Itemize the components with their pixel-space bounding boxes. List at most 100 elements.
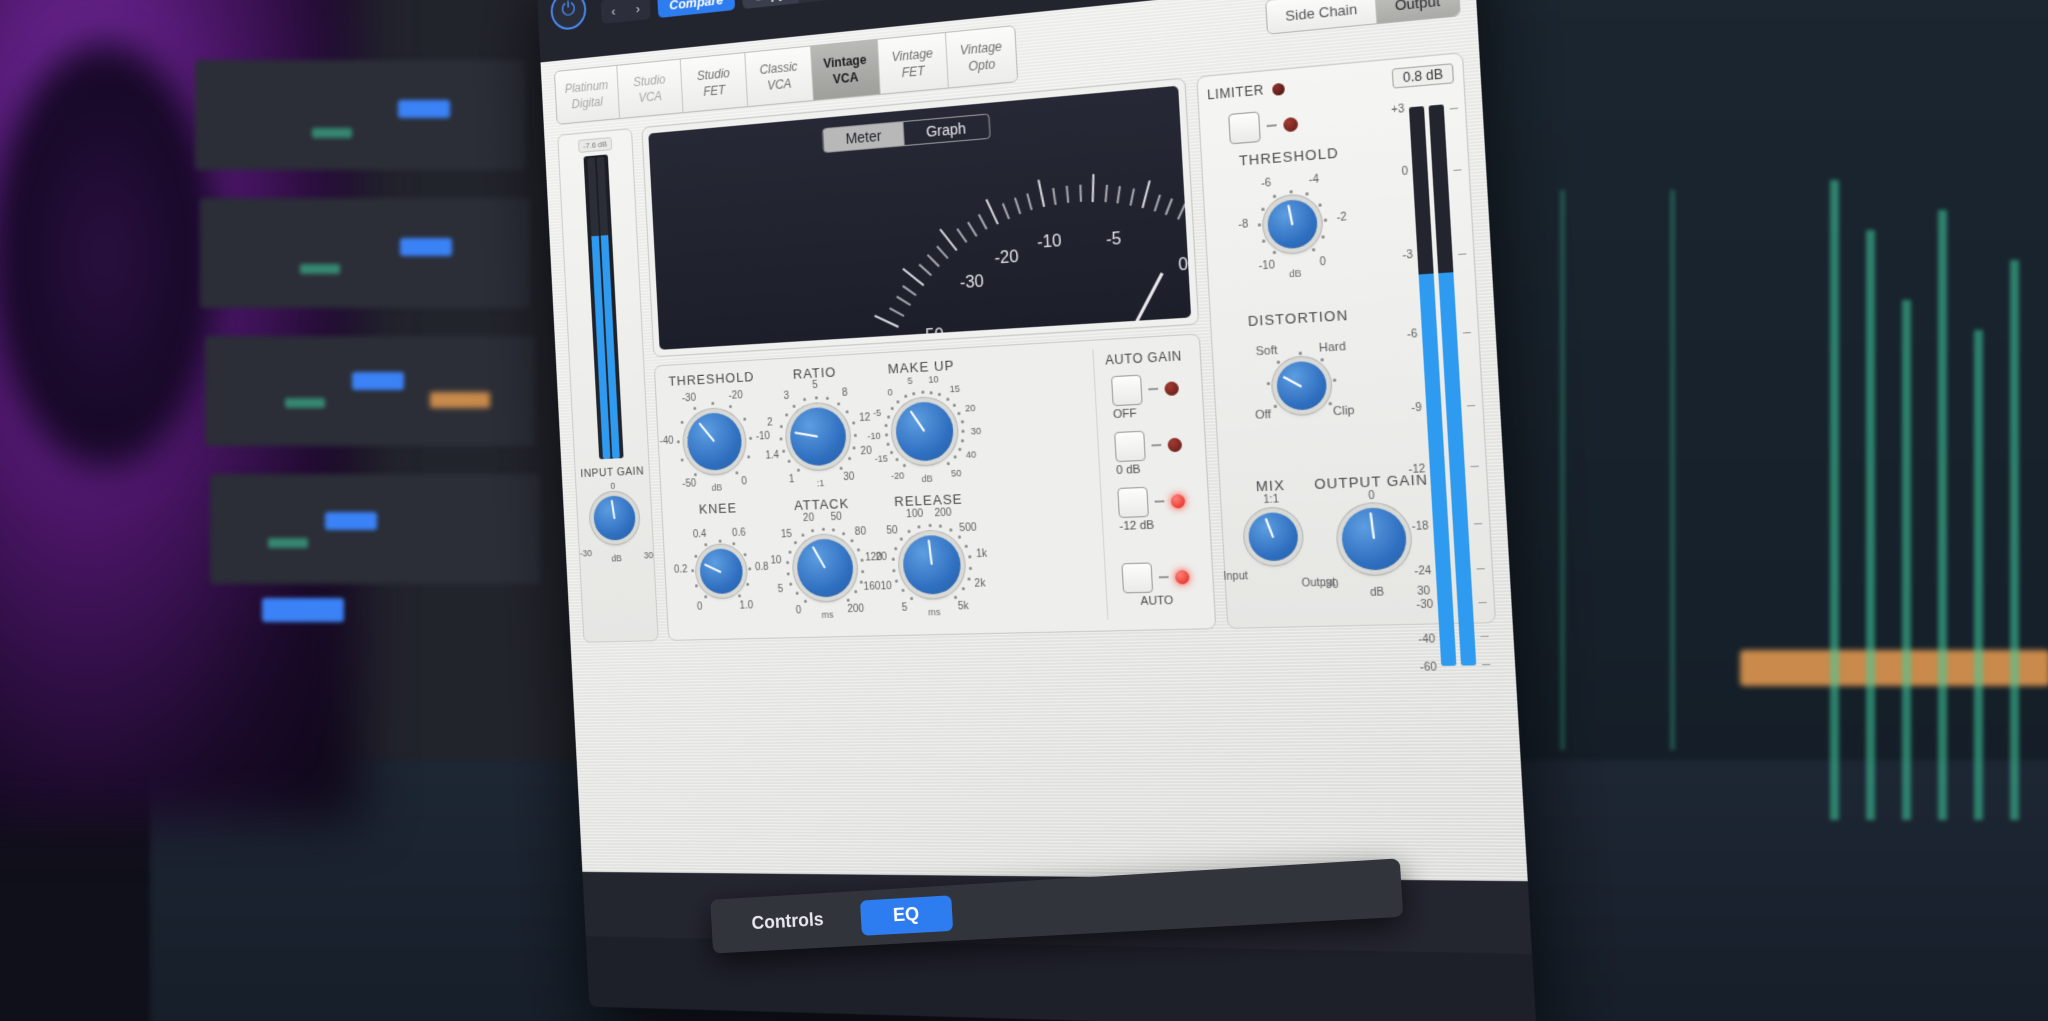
output-meter-tick [1476, 568, 1484, 569]
input-gain-knob-body[interactable] [593, 495, 637, 541]
limiter-threshold-knob-body[interactable] [1266, 198, 1318, 250]
knee-knob[interactable]: 00.20.40.60.81.0 [669, 516, 775, 625]
output-meter-scale-label: -12 [1408, 464, 1425, 477]
tab-meter[interactable]: Meter [823, 122, 904, 152]
auto-gain-option-label: OFF [1113, 405, 1181, 421]
power-icon[interactable]: ⏻ [550, 0, 587, 31]
knob-tick [908, 530, 911, 533]
knob-tick [962, 587, 965, 590]
background-gridline [1560, 190, 1565, 750]
tab-side-chain[interactable]: Side Chain [1267, 0, 1378, 34]
auto-gain-led [1167, 437, 1182, 452]
knob-tick [947, 462, 950, 465]
auto-release-button[interactable] [1121, 562, 1153, 593]
output-meter-tick [1467, 404, 1475, 406]
paste-button[interactable]: Paste [797, 0, 857, 3]
knob-scale-label: -2 [1336, 212, 1347, 225]
knob-tick [969, 567, 972, 570]
knob-tick [786, 572, 789, 575]
knob-tick [747, 582, 750, 585]
tab-output[interactable]: Output [1376, 0, 1460, 23]
knob-tick [954, 595, 957, 598]
tab-graph[interactable]: Graph [903, 115, 989, 146]
knob-tick [885, 424, 888, 427]
prev-preset-button[interactable]: ‹ [601, 0, 627, 24]
output-gain-knob[interactable]: 0 -30 dB 30 [1324, 491, 1425, 587]
knee-knob-body[interactable] [699, 548, 744, 594]
knob-tick [854, 590, 857, 593]
knob-tick [910, 596, 913, 599]
next-preset-button[interactable]: › [625, 0, 651, 21]
distortion-pointer [1282, 376, 1302, 388]
auto-gain-button[interactable] [1117, 487, 1149, 518]
makeup-knob-body[interactable] [894, 401, 954, 462]
knob-scale-label: 10 [928, 374, 939, 385]
knob-tick [895, 580, 898, 583]
model-tab-studio-fet[interactable]: StudioFET [681, 53, 748, 112]
knob-scale-label: 5 [907, 376, 913, 387]
model-tab-platinum-digital[interactable]: PlatinumDigital [555, 66, 620, 124]
ratio-knob[interactable]: :1 11.42358122030 [764, 380, 873, 493]
knob-tick [694, 554, 697, 557]
knob-tick [1276, 361, 1280, 364]
background-badge [352, 372, 404, 390]
threshold-knob[interactable]: dB -50-40-30-20-100 [662, 386, 768, 497]
attack-knob[interactable]: ms 051015205080120160200 [771, 512, 880, 623]
auto-gain-button[interactable] [1111, 375, 1143, 407]
background-track-row [195, 60, 525, 170]
limiter-led [1272, 82, 1285, 95]
knob-scale-label: 50 [886, 525, 898, 537]
auto-release-row [1121, 561, 1190, 593]
knob-tick [789, 551, 792, 554]
model-tab-vintage-opto[interactable]: VintageOpto [946, 26, 1017, 87]
distortion-knob[interactable]: OffSoftHardClip [1240, 325, 1363, 445]
gain-reduction-meter[interactable]: Meter Graph -50-30-20-10-50 [648, 86, 1191, 350]
output-gain-min-label: -30 [1322, 579, 1339, 592]
connector-line [1148, 388, 1158, 391]
knob-tick [857, 548, 860, 551]
auto-gain-button[interactable] [1114, 431, 1146, 463]
knee-pointer [704, 563, 722, 573]
attack-knob-body[interactable] [796, 538, 855, 598]
release-knob[interactable]: ms 51020501002005001k2k5k [876, 508, 988, 621]
compare-button[interactable]: Compare [657, 0, 735, 18]
meter-tick [985, 198, 998, 224]
model-tab-vintage-vca[interactable]: VintageVCA [811, 40, 881, 100]
output-meter-tick [1463, 331, 1471, 333]
input-gain-knob[interactable]: 0 -30 dB 30 [578, 479, 651, 556]
makeup-knob[interactable]: dB -20-15-10-505101520304050 [869, 374, 981, 488]
output-meter-tick [1482, 663, 1490, 664]
ratio-knob-body[interactable] [789, 406, 848, 467]
connector-line [1267, 124, 1277, 127]
meter-tick [889, 307, 904, 317]
tab-controls[interactable]: Controls [720, 901, 857, 943]
tab-eq[interactable]: EQ [860, 895, 953, 935]
knob-tick [779, 437, 782, 440]
distortion-knob-body[interactable] [1276, 360, 1328, 411]
limiter-threshold-knob[interactable]: dB -10-8-6-4-20 [1231, 163, 1354, 286]
threshold-knob-body[interactable] [686, 412, 743, 472]
knob-tick [904, 395, 907, 398]
knob-tick [749, 567, 752, 570]
knob-tick [884, 433, 887, 436]
knob-tick [854, 434, 857, 437]
threshold-pointer [698, 422, 715, 442]
knob-tick [832, 528, 835, 531]
model-tab-studio-vca[interactable]: StudioVCA [617, 59, 683, 118]
preset-nav-group[interactable]: ‹ › [601, 0, 651, 24]
mix-knob-body[interactable] [1247, 512, 1299, 562]
limiter-enable-button[interactable] [1228, 111, 1261, 144]
copy-button[interactable]: Copy [742, 0, 799, 9]
knob-tick [790, 583, 793, 586]
input-gain-readout: -7.6 dB [578, 137, 612, 153]
meter-tick [936, 245, 948, 259]
model-tab-vintage-fet[interactable]: VintageFET [878, 33, 949, 94]
model-tab-classic-vca[interactable]: ClassicVCA [745, 46, 814, 106]
release-knob-body[interactable] [902, 534, 962, 595]
output-gain-knob-body[interactable] [1340, 507, 1408, 571]
release-unit: ms [928, 607, 941, 618]
input-gain-unit-label: dB [611, 553, 622, 563]
meter-tick [956, 228, 967, 243]
mix-knob[interactable]: 1:1 Input Output [1230, 495, 1317, 579]
knob-tick [930, 391, 933, 394]
